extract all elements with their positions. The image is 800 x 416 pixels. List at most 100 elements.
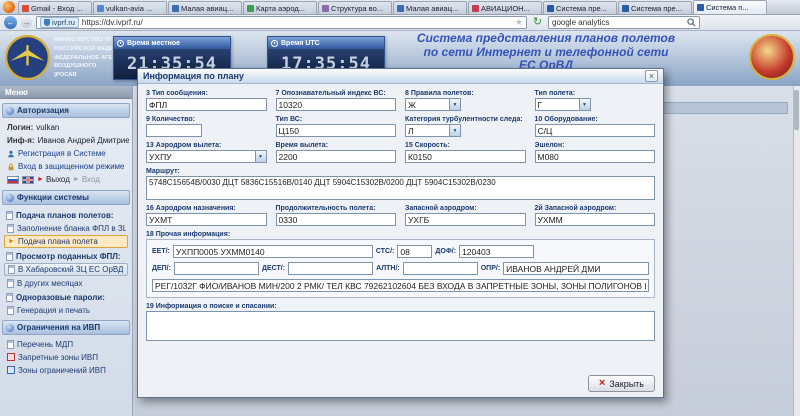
logout-button[interactable]: ► Выход bbox=[37, 175, 70, 184]
other-info-row-3 bbox=[152, 279, 649, 292]
document-icon bbox=[7, 306, 14, 315]
destination-aerodrome-input[interactable] bbox=[146, 213, 267, 226]
tab-label: Система пре... bbox=[631, 4, 682, 13]
lang-session-row: ► Выход ► Вход bbox=[0, 173, 132, 186]
form-row-3: 13 Аэродром вылета: УХПУ ▼ Время вылета:… bbox=[146, 142, 655, 163]
field-alternate-aerodrome: Запасной аэродром: bbox=[405, 205, 526, 226]
flag-uk-icon[interactable] bbox=[22, 176, 34, 184]
search-box[interactable]: google analytics bbox=[548, 16, 700, 29]
browser-tab[interactable]: Малая авиац... bbox=[168, 1, 242, 14]
address-bar[interactable]: ivprf.ru https://dv.ivprf.ru/ ★ bbox=[36, 16, 527, 29]
chevron-down-icon[interactable]: ▼ bbox=[579, 99, 590, 110]
browser-tab[interactable]: АВИАЦИОН... bbox=[468, 1, 542, 14]
ministry-line: РОССИЙСКОЙ ФЕДЕР bbox=[54, 45, 112, 54]
url-text[interactable]: https://dv.ivprf.ru/ bbox=[82, 18, 512, 27]
flight-rules-select[interactable]: Ж ▼ bbox=[405, 98, 461, 111]
browser-tab[interactable]: Gmail - Вход ... bbox=[18, 1, 92, 14]
sidebar-item-submit-plan[interactable]: ► Подача плана полета bbox=[4, 235, 128, 248]
turbulence-select[interactable]: Л ▼ bbox=[405, 124, 461, 137]
sidebar-item-fill-fpl[interactable]: Заполнение бланка ФПЛ в ЗЦ bbox=[4, 222, 128, 234]
sidebar-item-otp-generate[interactable]: Генерация и печать bbox=[4, 304, 128, 316]
equipment-input[interactable] bbox=[535, 124, 656, 137]
number-input[interactable] bbox=[146, 124, 202, 137]
back-button[interactable]: ← bbox=[4, 16, 17, 29]
local-time-label: Время местное bbox=[127, 40, 180, 47]
sidebar-item-register[interactable]: Регистрация в Системе bbox=[0, 147, 132, 160]
dialog-close-icon[interactable]: × bbox=[645, 70, 658, 82]
section-authorization: Авторизация bbox=[2, 103, 130, 118]
field-label: Запасной аэродром: bbox=[405, 205, 526, 212]
altn-input[interactable] bbox=[403, 262, 478, 275]
sidebar-item-mdp-list[interactable]: Перечень МДП bbox=[4, 338, 128, 350]
field-label: 16 Аэродром назначения: bbox=[146, 205, 267, 212]
departure-time-input[interactable] bbox=[276, 150, 397, 163]
clock-icon bbox=[117, 40, 124, 47]
secure-login-link[interactable]: Вход в защищенном режиме bbox=[18, 162, 125, 171]
flag-russia-icon[interactable] bbox=[7, 176, 19, 184]
sidebar-item-restricted-zones[interactable]: Зоны ограничений ИВП bbox=[4, 364, 128, 376]
speed-input[interactable] bbox=[405, 150, 526, 163]
field-label: Категория турбулентности следа: bbox=[405, 116, 526, 123]
reload-button[interactable]: ↻ bbox=[531, 17, 544, 28]
forward-button[interactable]: → bbox=[21, 17, 32, 28]
second-alternate-aerodrome-input[interactable] bbox=[535, 213, 656, 226]
dof-label: ДОФ/: bbox=[435, 248, 456, 255]
utc-time-label: Время UTC bbox=[281, 40, 320, 47]
register-link[interactable]: Регистрация в Системе bbox=[18, 149, 106, 158]
flight-type-select[interactable]: Г ▼ bbox=[535, 98, 591, 111]
ministry-line: ФЕДЕРАЛЬНОЕ АГЕН bbox=[54, 54, 112, 63]
group-submit-plans: Подача планов полетов: bbox=[0, 208, 132, 221]
chevron-down-icon[interactable]: ▼ bbox=[255, 151, 266, 162]
sar-textarea[interactable] bbox=[146, 311, 655, 341]
group-view-fpl: Просмотр поданных ФПЛ: bbox=[0, 249, 132, 262]
sts-input[interactable] bbox=[397, 245, 432, 258]
eet-input[interactable] bbox=[173, 245, 373, 258]
sidebar-item-secure-login[interactable]: Вход в защищенном режиме bbox=[0, 160, 132, 173]
site-identity-label: ivprf.ru bbox=[52, 18, 75, 27]
route-textarea[interactable]: 5748С15654В/0030 ДЦТ 5836С15516В/0140 ДЦ… bbox=[146, 176, 655, 200]
browser-tab[interactable]: vulkan-avia ... bbox=[93, 1, 167, 14]
browser-tab[interactable]: Малая авиац... bbox=[393, 1, 467, 14]
page-scrollbar[interactable] bbox=[793, 86, 800, 416]
browser-tab-active[interactable]: Система п... bbox=[693, 0, 767, 14]
level-input[interactable] bbox=[535, 150, 656, 163]
departure-aerodrome-select[interactable]: УХПУ ▼ bbox=[146, 150, 267, 163]
item-label: Генерация и печать bbox=[17, 306, 90, 315]
browser-tab[interactable]: Система пре... bbox=[543, 1, 617, 14]
bookmark-star-icon[interactable]: ★ bbox=[515, 18, 523, 27]
item-label: В Хабаровский ЗЦ ЕС ОрВД bbox=[18, 265, 123, 274]
browser-tab[interactable]: Структура во... bbox=[318, 1, 392, 14]
browser-tab[interactable]: Карта аэрод... bbox=[243, 1, 317, 14]
login-button[interactable]: ► Вход bbox=[73, 175, 100, 184]
remarks-input[interactable] bbox=[152, 279, 649, 292]
dialog-body: 3 Тип сообщения: 7 Опознавательный индек… bbox=[138, 84, 663, 397]
tab-favicon-icon bbox=[697, 4, 704, 11]
item-label: Запретные зоны ИВП bbox=[18, 353, 98, 362]
menu-header: Меню bbox=[0, 86, 132, 99]
chevron-down-icon[interactable]: ▼ bbox=[449, 125, 460, 136]
dest-input[interactable] bbox=[288, 262, 373, 275]
chevron-down-icon[interactable]: ▼ bbox=[449, 99, 460, 110]
message-type-input[interactable] bbox=[146, 98, 267, 111]
aircraft-id-input[interactable] bbox=[276, 98, 397, 111]
search-input[interactable]: google analytics bbox=[552, 18, 685, 27]
close-button[interactable]: × Закрыть bbox=[588, 375, 655, 392]
scrollbar-thumb[interactable] bbox=[794, 90, 799, 130]
logout-icon: ► bbox=[37, 176, 44, 183]
sidebar-item-forbidden-zones[interactable]: Запретные зоны ИВП bbox=[4, 351, 128, 363]
lock-icon bbox=[7, 163, 15, 171]
dep-input[interactable] bbox=[174, 262, 259, 275]
dof-input[interactable] bbox=[459, 245, 534, 258]
search-magnifier-icon[interactable] bbox=[687, 18, 696, 27]
browser-tab[interactable]: Система пре... bbox=[618, 1, 692, 14]
aircraft-type-input[interactable] bbox=[276, 124, 397, 137]
sidebar-item-other-months[interactable]: В других месяцах bbox=[4, 277, 128, 289]
site-identity-badge[interactable]: ivprf.ru bbox=[40, 17, 79, 28]
other-info-row-1: ЕЕТ/: СТС/: ДОФ/: bbox=[152, 245, 649, 258]
alternate-aerodrome-input[interactable] bbox=[405, 213, 526, 226]
flight-duration-input[interactable] bbox=[276, 213, 397, 226]
sidebar-item-khabarovsk-center[interactable]: В Хабаровский ЗЦ ЕС ОрВД bbox=[4, 263, 128, 276]
opr-input[interactable] bbox=[503, 262, 649, 275]
login-label: Логин: bbox=[7, 123, 33, 132]
item-label: Зоны ограничений ИВП bbox=[18, 366, 106, 375]
